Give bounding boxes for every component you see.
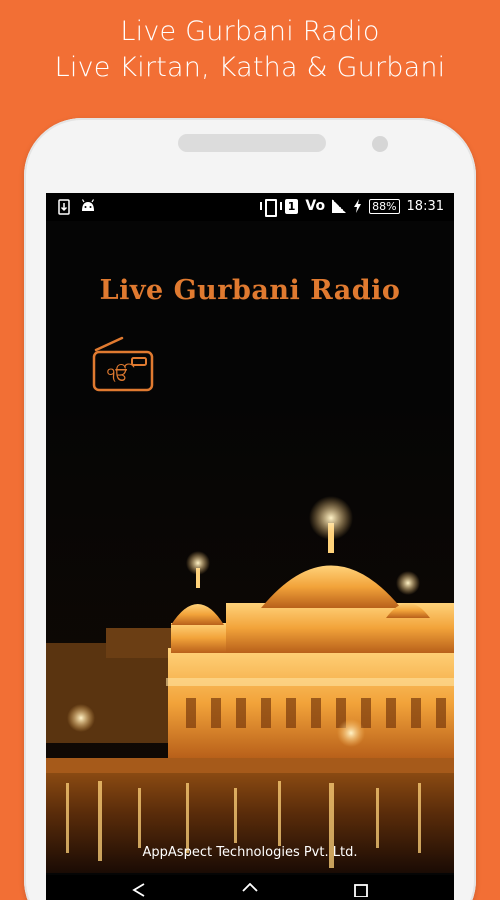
app-screen: 1 Vo 88% 18:31 Live Gurbani Radio ੴ AppA… [46,193,454,900]
battery-icon: 88% [369,198,400,214]
promo-line-1: Live Gurbani Radio [120,16,380,47]
home-icon[interactable] [242,883,258,897]
developer-credit: AppAspect Technologies Pvt. Ltd. [142,845,358,860]
signal-icon [332,199,347,213]
phone-camera [372,136,388,152]
promo-line-2: Live Kirtan, Katha & Gurbani [54,52,446,83]
vibrate-icon [259,199,282,217]
phone-speaker [178,134,326,152]
radio-icon[interactable]: ੴ [92,336,154,394]
ik-onkar-glyph: ੴ [107,364,135,385]
status-bar: 1 Vo 88% 18:31 [46,193,454,221]
charging-icon [354,199,362,213]
network-indicator: Vo [305,198,326,214]
sim-card-icon [58,199,70,215]
recents-icon[interactable] [354,883,368,897]
android-icon [81,199,95,211]
back-icon[interactable] [132,883,146,897]
navigation-bar [46,875,454,900]
sim-slot-badge: 1 [284,198,299,214]
app-title: Live Gurbani Radio [99,275,401,306]
golden-temple-image [46,403,454,873]
status-clock: 18:31 [406,198,444,214]
promo-header: Live Gurbani Radio Live Kirtan, Katha & … [0,14,500,86]
